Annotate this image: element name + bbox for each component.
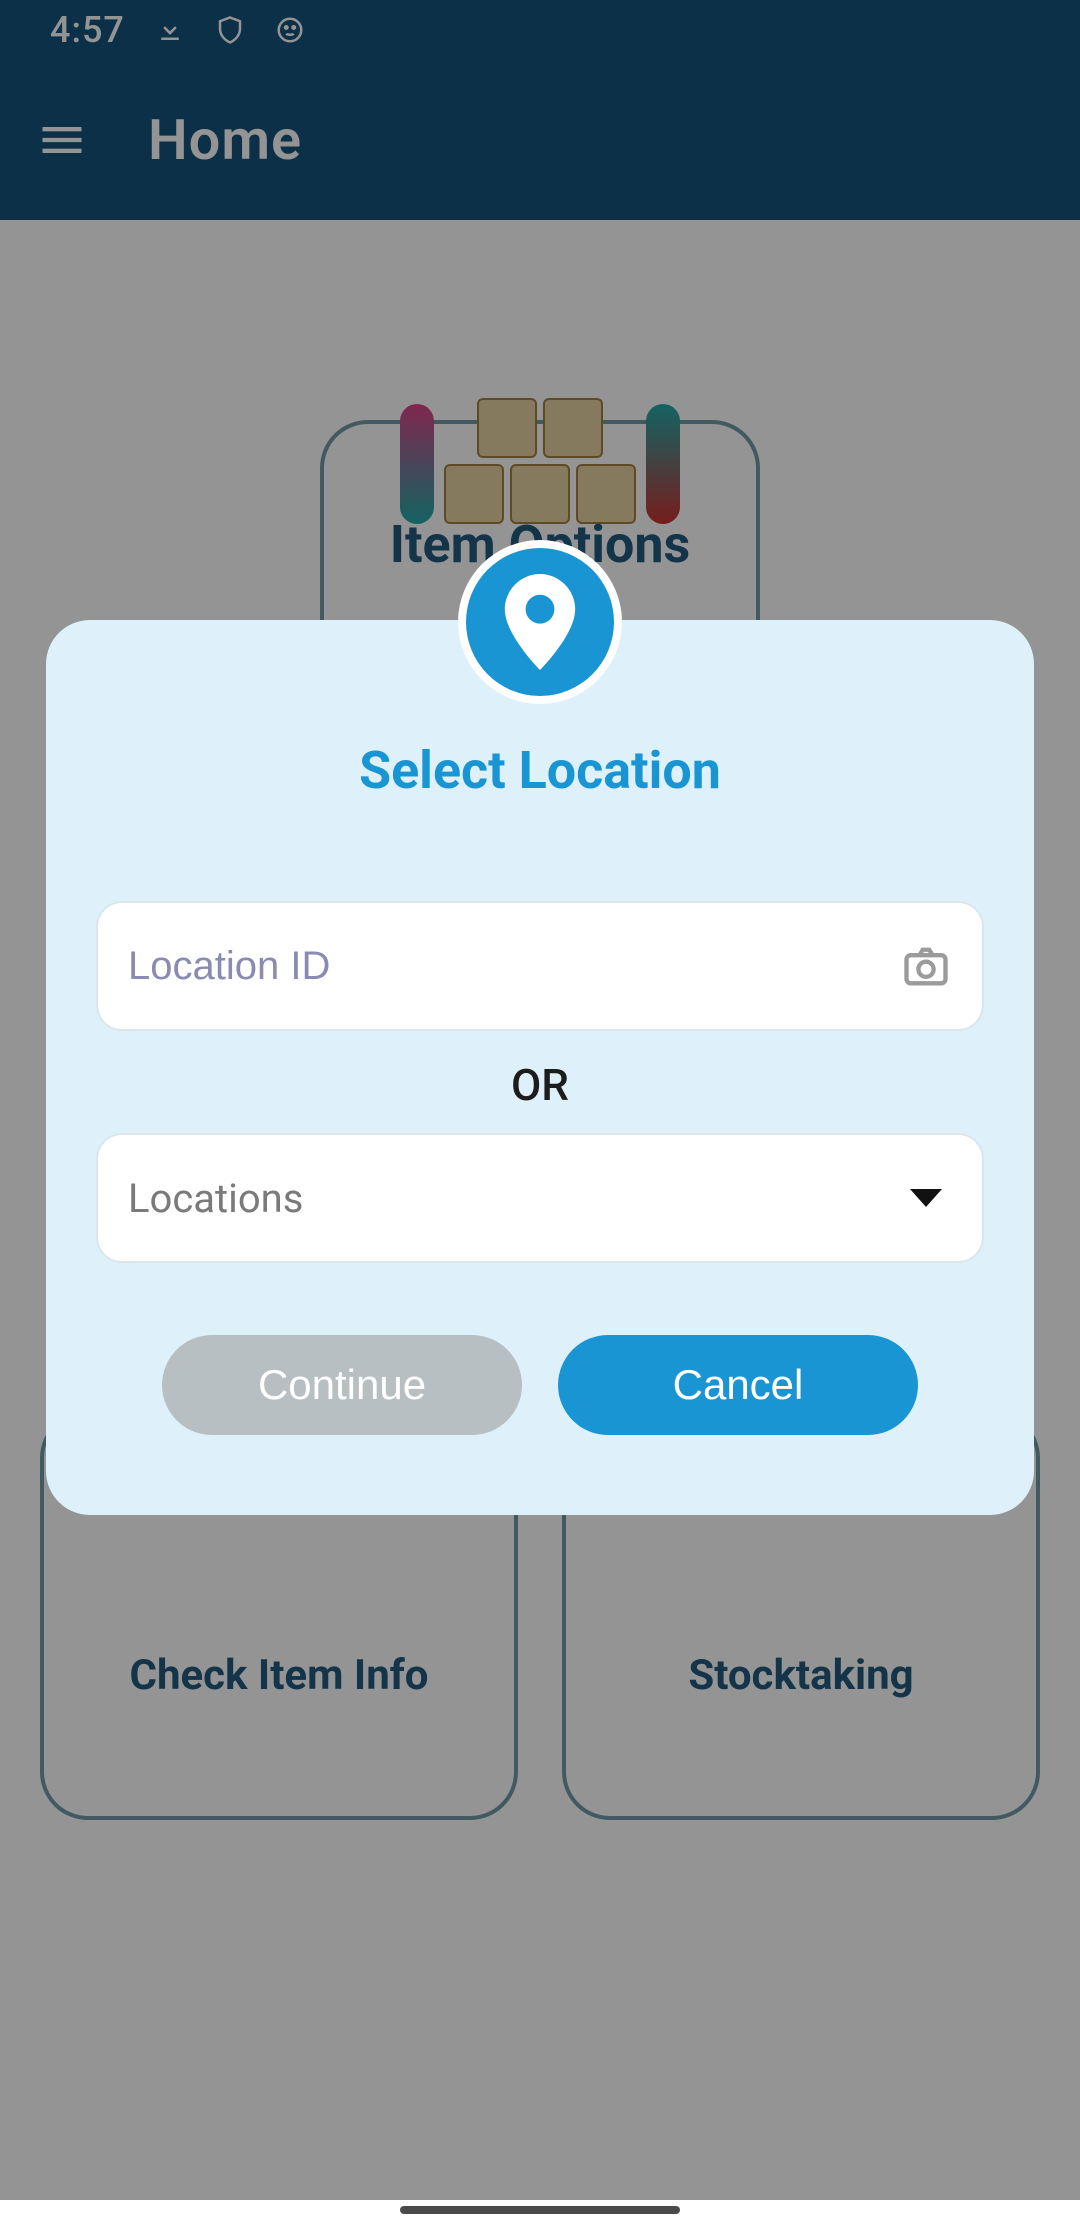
- location-id-input[interactable]: [128, 944, 900, 989]
- location-pin-icon: [466, 548, 614, 696]
- continue-button[interactable]: Continue: [162, 1335, 522, 1435]
- or-divider: OR: [511, 1059, 569, 1111]
- dropdown-label: Locations: [128, 1175, 303, 1222]
- locations-dropdown[interactable]: Locations: [96, 1133, 984, 1263]
- modal-overlay[interactable]: Select Location OR Locations Continue Ca…: [0, 0, 1080, 2200]
- dialog-actions: Continue Cancel: [96, 1335, 984, 1435]
- system-nav-bar: [0, 2200, 1080, 2220]
- chevron-down-icon: [910, 1189, 942, 1207]
- dialog-title: Select Location: [359, 740, 721, 801]
- location-id-field[interactable]: [96, 901, 984, 1031]
- dialog-badge: [458, 540, 622, 704]
- select-location-dialog: Select Location OR Locations Continue Ca…: [46, 620, 1034, 1515]
- cancel-button[interactable]: Cancel: [558, 1335, 918, 1435]
- camera-icon[interactable]: [900, 940, 952, 992]
- nav-handle[interactable]: [400, 2206, 680, 2214]
